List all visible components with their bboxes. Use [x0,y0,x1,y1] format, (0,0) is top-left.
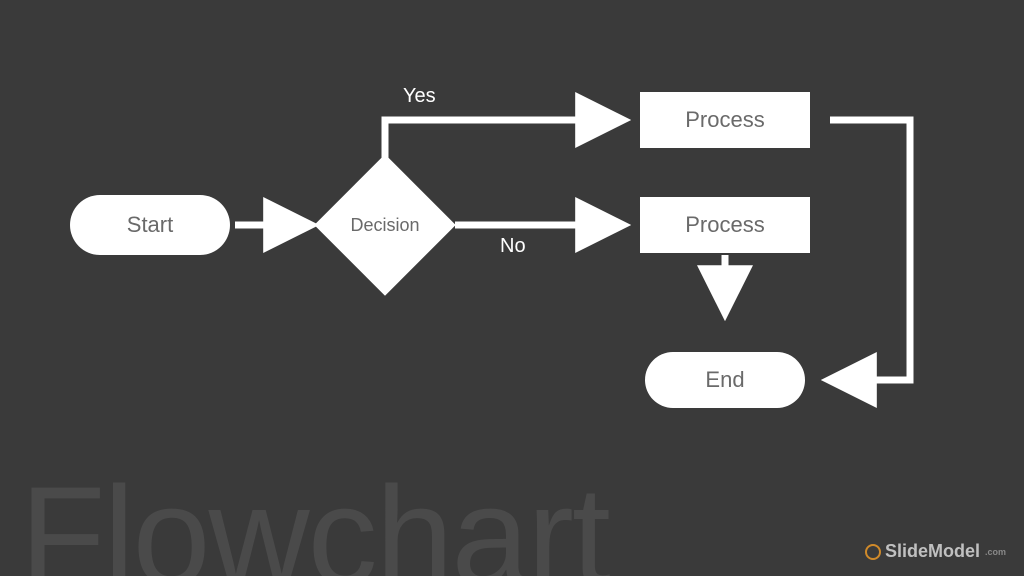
edge-label-no: No [500,235,526,258]
process-top-label: Process [685,107,764,133]
watermark-brand: SlideModel [885,541,980,562]
edge-label-yes: Yes [403,85,436,108]
end-node: End [645,352,805,408]
start-label: Start [127,212,173,238]
process-bottom-label: Process [685,212,764,238]
watermark-logo-icon [865,544,881,560]
decision-label: Decision [350,215,419,236]
decision-node: Decision [335,175,435,275]
start-node: Start [70,195,230,255]
flowchart-canvas: Flowchart Start Decision Yes No Process … [0,0,1024,576]
process-bottom-node: Process [640,197,810,253]
background-title: Flowchart [20,466,609,576]
process-top-node: Process [640,92,810,148]
watermark: SlideModel .com [865,541,1006,562]
end-label: End [705,367,744,393]
watermark-suffix: .com [985,547,1006,557]
